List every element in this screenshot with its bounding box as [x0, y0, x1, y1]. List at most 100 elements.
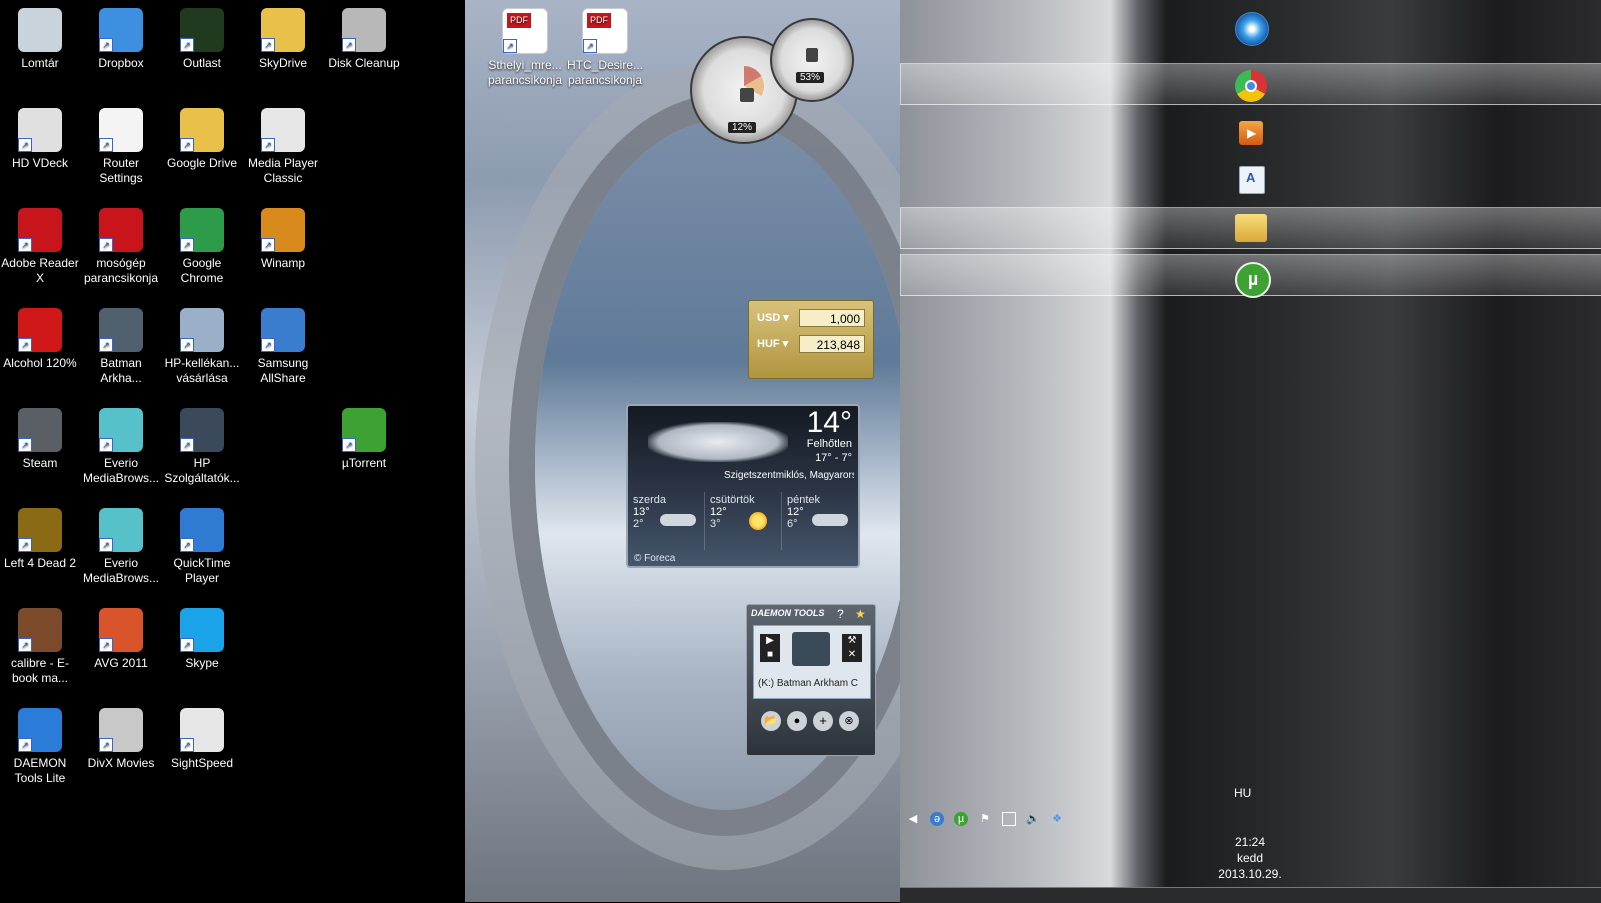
explorer-icon[interactable] [1235, 214, 1267, 242]
shortcut-arrow-icon: ↗ [261, 238, 275, 252]
desktop-icon-label: DivX Movies [87, 756, 155, 770]
media-player-icon[interactable]: ▶ [1239, 121, 1263, 145]
desktop-icon-label: HP Szolgáltatók... [164, 456, 240, 485]
shortcut-arrow-icon: ↗ [342, 438, 356, 452]
shortcut-arrow-icon: ↗ [18, 338, 32, 352]
desktop-shortcut[interactable]: ↗ DivX Movies [81, 708, 161, 771]
desktop-shortcut-pdf-1[interactable]: PDF ↗ Sthelyi_mre... parancsikonja [485, 8, 565, 88]
volume-icon[interactable]: 🔈 [1026, 812, 1040, 826]
desktop-shortcut[interactable]: ↗ Winamp [243, 208, 323, 271]
desktop-shortcut[interactable]: Lomtár [0, 8, 80, 71]
utorrent-icon[interactable]: µ [954, 812, 968, 826]
desktop-icon-label: µTorrent [341, 456, 387, 470]
desktop-shortcut[interactable]: ↗ Batman Arkha... [81, 308, 161, 386]
desktop-shortcut[interactable]: ↗ Disk Cleanup [324, 8, 404, 71]
desktop-shortcut[interactable]: ↗ Left 4 Dead 2 [0, 508, 80, 571]
desktop-icon-label: Alcohol 120% [3, 356, 77, 370]
forecast-day: péntek 12° 6° [782, 492, 858, 550]
desktop-shortcut[interactable]: ↗ Google Chrome [162, 208, 242, 286]
desktop-shortcut[interactable]: ↗ AVG 2011 [81, 608, 161, 671]
desktop-icon-label: Everio MediaBrows... [82, 456, 160, 485]
desktop-shortcut[interactable]: ↗ SkyDrive [243, 8, 323, 71]
desktop-shortcut[interactable]: ↗ calibre - E-book ma... [0, 608, 80, 686]
weather-gadget[interactable]: 14° Felhőtlen 17° - 7° Szigetszentmiklós… [626, 404, 860, 568]
start-orb-icon[interactable] [1235, 12, 1269, 46]
shortcut-arrow-icon: ↗ [18, 238, 32, 252]
to-currency-select[interactable]: HUF ▾ [757, 337, 788, 350]
desktop-shortcut[interactable]: ↗ Outlast [162, 8, 242, 71]
desktop-shortcut[interactable]: ↗ Google Drive [162, 108, 242, 171]
desktop-shortcut[interactable]: ↗ Adobe Reader X [0, 208, 80, 286]
document-viewer-icon[interactable]: A [1239, 166, 1265, 194]
desktop-icon-label: SkyDrive [258, 56, 307, 70]
allshare-icon[interactable]: ə [930, 812, 944, 826]
desktop-shortcut[interactable]: ↗ Skype [162, 608, 242, 671]
desktop-shortcut[interactable]: ↗ Router Settings [81, 108, 161, 186]
alcohol-icon: ↗ [18, 308, 62, 352]
desktop-shortcut[interactable]: ↗ Dropbox [81, 8, 161, 71]
settings-eject-icon[interactable]: ⚒ ✕ [842, 634, 862, 662]
desktop-shortcut[interactable]: ↗ Everio MediaBrows... [81, 408, 161, 486]
desktop-shortcut[interactable]: ↗ SightSpeed [162, 708, 242, 771]
desktop-shortcut[interactable]: ↗ mosógép parancsikonja [81, 208, 161, 286]
desktop-shortcut[interactable]: ↗ Steam [0, 408, 80, 471]
forecast-day-name: péntek [787, 494, 821, 506]
desktop-shortcut-pdf-2[interactable]: PDF ↗ HTC_Desire... parancsikonja [565, 8, 645, 88]
desktop-icon-label: HD VDeck [11, 156, 68, 170]
forecast-day-name: csütörtök [710, 494, 755, 506]
star-icon[interactable]: ★ [855, 607, 866, 621]
batman-icon: ↗ [99, 308, 143, 352]
desktop-shortcut[interactable]: ↗ µTorrent [324, 408, 404, 471]
desktop-icon-label: mosógép parancsikonja [83, 256, 159, 285]
add-icon[interactable]: + [813, 711, 833, 731]
help-button[interactable]: ? [837, 607, 844, 621]
desktop-shortcut[interactable]: ↗ HP-kellékan... vásárlása [162, 308, 242, 386]
shortcut-arrow-icon: ↗ [180, 238, 194, 252]
forecast-row: szerda 13° 2° csütörtök 12° 3° péntek 12… [628, 492, 858, 550]
chrome-icon[interactable] [1235, 70, 1267, 102]
language-indicator[interactable]: HU [1234, 786, 1251, 800]
from-currency-select[interactable]: USD ▾ [757, 311, 789, 324]
chevron-left-icon[interactable]: ◀ [906, 812, 920, 826]
clock[interactable]: 21:24 kedd 2013.10.29. [1200, 834, 1300, 882]
daemon-tools-icon: ↗ [18, 708, 62, 752]
daemon-toolbar: 📂 ● + ⊗ [761, 711, 861, 733]
desktop-shortcut[interactable]: ↗ Alcohol 120% [0, 308, 80, 371]
hd-vdeck-icon: ↗ [18, 108, 62, 152]
cpu-meter-gadget[interactable]: 12% 53% [690, 18, 860, 144]
quicktime-icon: ↗ [180, 508, 224, 552]
desktop-shortcut[interactable]: ↗ HP Szolgáltatók... [162, 408, 242, 486]
avg-icon: ↗ [99, 608, 143, 652]
daemon-tools-gadget[interactable]: DAEMON TOOLS ? ★ ▶ ■ ⚒ ✕ (K:) Batman Arkha… [746, 604, 876, 756]
desktop-shortcut[interactable]: ↗ Media Player Classic [243, 108, 323, 186]
utorrent-icon: ↗ [342, 408, 386, 452]
desktop-icon-label: Dropbox [98, 56, 144, 70]
desktop-shortcut[interactable]: ↗ QuickTime Player [162, 508, 242, 586]
everio-icon: ↗ [99, 408, 143, 452]
network-icon[interactable] [1002, 812, 1016, 826]
cloud-icon [660, 514, 696, 526]
desktop-shortcut[interactable]: ↗ DAEMON Tools Lite [0, 708, 80, 786]
desktop-icon-label: QuickTime Player [173, 556, 231, 585]
open-folder-icon[interactable]: 📂 [761, 711, 781, 731]
desktop-icon-label: Everio MediaBrows... [82, 556, 160, 585]
current-temperature: 14° [806, 406, 852, 439]
desktop-shortcut[interactable]: ↗ HD VDeck [0, 108, 80, 171]
currency-gadget[interactable]: USD ▾ 1,000 HUF ▾ 213,848 [748, 300, 874, 379]
chrome-icon: ↗ [180, 208, 224, 252]
utorrent-icon[interactable]: µ [1235, 262, 1271, 298]
desktop-shortcut[interactable]: ↗ Everio MediaBrows... [81, 508, 161, 586]
clock-date: 2013.10.29. [1218, 867, 1282, 881]
desktop-shortcut[interactable]: ↗ Samsung AllShare [243, 308, 323, 386]
dropbox-icon[interactable]: ❖ [1050, 812, 1064, 826]
play-stop-icon[interactable]: ▶ ■ [760, 634, 780, 662]
dropbox-icon: ↗ [99, 8, 143, 52]
disc-remove-icon[interactable]: ⊗ [839, 711, 859, 731]
to-value-input[interactable]: 213,848 [799, 335, 865, 353]
flag-icon[interactable]: ⚑ [978, 812, 992, 826]
disc-icon[interactable]: ● [787, 711, 807, 731]
weather-provider: © Foreca [634, 553, 676, 564]
from-value-input[interactable]: 1,000 [799, 309, 865, 327]
show-desktop-bar[interactable] [900, 887, 1601, 903]
sightspeed-icon: ↗ [180, 708, 224, 752]
